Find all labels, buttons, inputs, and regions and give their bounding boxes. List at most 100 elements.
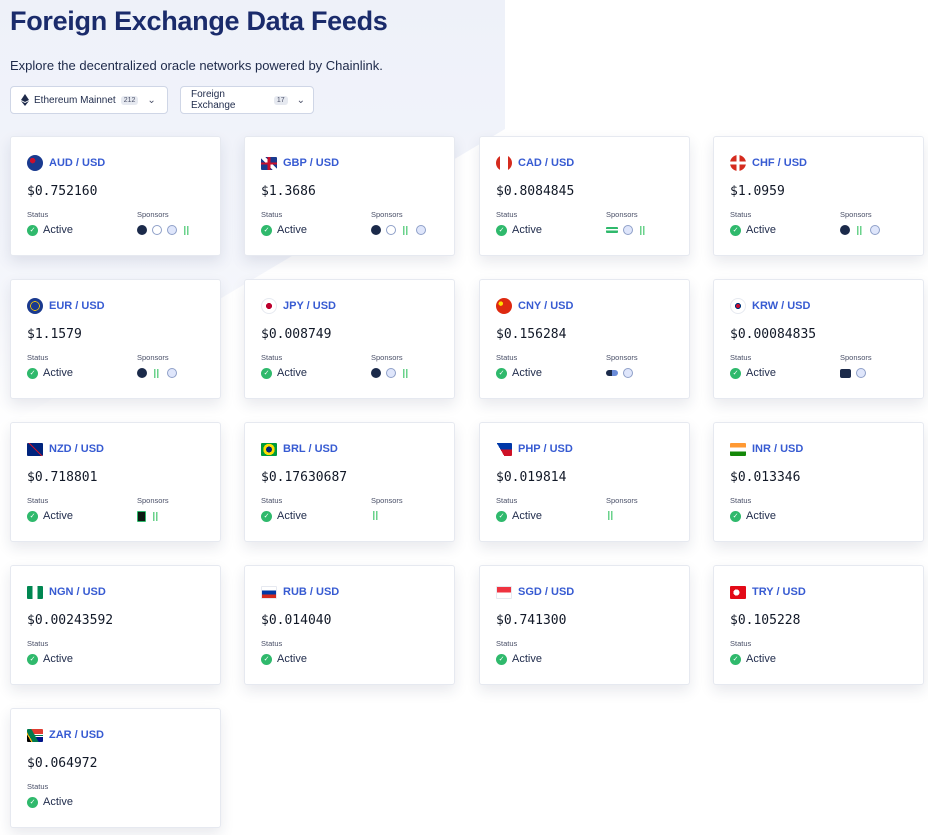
page-subtitle: Explore the decentralized oracle network… (10, 58, 383, 73)
sponsors-label: Sponsors (606, 210, 638, 219)
feed-card[interactable]: BRL / USD $0.17630687 Status ✓ Active Sp… (244, 422, 455, 542)
pair-link[interactable]: NGN / USD (27, 584, 106, 600)
feed-card[interactable]: GBP / USD $1.3686 Status ✓ Active Sponso… (244, 136, 455, 256)
sponsor-node-icon[interactable] (371, 368, 381, 378)
pair-label: KRW / USD (752, 300, 811, 312)
network-filter-dropdown[interactable]: Ethereum Mainnet 212 ⌄ (10, 86, 168, 114)
pair-link[interactable]: NZD / USD (27, 441, 104, 457)
sponsor-ring-icon[interactable] (386, 225, 396, 235)
feed-card[interactable]: EUR / USD $1.1579 Status ✓ Active Sponso… (10, 279, 221, 399)
feed-card[interactable]: KRW / USD $0.00084835 Status ✓ Active Sp… (713, 279, 924, 399)
status-indicator: ✓ Active (730, 224, 776, 236)
sponsors-label: Sponsors (371, 353, 403, 362)
feed-card[interactable]: NZD / USD $0.718801 Status ✓ Active Spon… (10, 422, 221, 542)
sponsor-chainlink-icon[interactable] (623, 368, 633, 378)
pair-link[interactable]: EUR / USD (27, 298, 105, 314)
sponsor-node-icon[interactable] (840, 225, 850, 235)
sponsor-signal-icon[interactable] (151, 512, 161, 521)
sponsor-node-icon[interactable] (137, 368, 147, 378)
sponsor-book-icon[interactable] (840, 368, 851, 378)
pair-link[interactable]: JPY / USD (261, 298, 336, 314)
philippines-flag-icon (496, 442, 512, 456)
pair-link[interactable]: ZAR / USD (27, 727, 104, 743)
pair-label: PHP / USD (518, 443, 573, 455)
feed-card[interactable]: INR / USD $0.013346 Status ✓ Active (713, 422, 924, 542)
sponsor-signal-icon[interactable] (606, 511, 616, 520)
feed-card[interactable]: CAD / USD $0.8084845 Status ✓ Active Spo… (479, 136, 690, 256)
check-circle-icon: ✓ (27, 367, 38, 379)
sponsor-square-icon[interactable] (137, 511, 146, 522)
status-text: Active (746, 653, 776, 665)
status-indicator: ✓ Active (496, 224, 542, 236)
feed-card[interactable]: CNY / USD $0.156284 Status ✓ Active Spon… (479, 279, 690, 399)
pair-label: CNY / USD (518, 300, 574, 312)
feed-card[interactable]: CHF / USD $1.0959 Status ✓ Active Sponso… (713, 136, 924, 256)
pair-link[interactable]: CAD / USD (496, 155, 574, 171)
sponsors-list (840, 368, 866, 378)
switzerland-flag-icon (730, 155, 746, 171)
price-value: $0.718801 (27, 470, 98, 485)
sponsor-chainlink-icon[interactable] (416, 225, 426, 235)
sponsors-label: Sponsors (137, 353, 169, 362)
sponsor-chainlink-icon[interactable] (870, 225, 880, 235)
feed-card[interactable]: TRY / USD $0.105228 Status ✓ Active (713, 565, 924, 685)
status-text: Active (277, 653, 307, 665)
feed-card[interactable]: AUD / USD $0.752160 Status ✓ Active Spon… (10, 136, 221, 256)
pair-link[interactable]: SGD / USD (496, 584, 574, 600)
category-filter-dropdown[interactable]: Foreign Exchange 17 ⌄ (180, 86, 314, 114)
status-text: Active (512, 653, 542, 665)
pair-label: GBP / USD (283, 157, 340, 169)
sponsor-chainlink-icon[interactable] (386, 368, 396, 378)
feed-card[interactable]: RUB / USD $0.014040 Status ✓ Active (244, 565, 455, 685)
sponsor-signal-icon[interactable] (638, 225, 648, 235)
sponsor-signal-icon[interactable] (855, 225, 865, 235)
check-circle-icon: ✓ (730, 653, 741, 665)
sponsor-node-icon[interactable] (371, 225, 381, 235)
sponsor-pill-icon[interactable] (606, 370, 618, 376)
sponsor-node-icon[interactable] (137, 225, 147, 235)
sponsors-label: Sponsors (371, 496, 403, 505)
status-text: Active (43, 224, 73, 236)
check-circle-icon: ✓ (261, 510, 272, 522)
singapore-flag-icon (496, 585, 512, 599)
pair-label: NGN / USD (49, 586, 106, 598)
check-circle-icon: ✓ (27, 796, 38, 808)
status-label: Status (27, 210, 49, 219)
status-text: Active (512, 367, 542, 379)
feed-card[interactable]: PHP / USD $0.019814 Status ✓ Active Spon… (479, 422, 690, 542)
sponsors-label: Sponsors (606, 496, 638, 505)
price-value: $0.105228 (730, 613, 801, 628)
pair-link[interactable]: RUB / USD (261, 584, 339, 600)
price-value: $0.014040 (261, 613, 332, 628)
sponsors-label: Sponsors (137, 496, 169, 505)
feed-card[interactable]: ZAR / USD $0.064972 Status ✓ Active (10, 708, 221, 828)
sponsor-chainlink-icon[interactable] (167, 368, 177, 378)
sponsor-ring-icon[interactable] (152, 225, 162, 235)
sponsor-chainlink-icon[interactable] (167, 225, 177, 235)
feed-card[interactable]: NGN / USD $0.00243592 Status ✓ Active (10, 565, 221, 685)
sponsor-signal-icon[interactable] (371, 511, 381, 520)
sponsor-signal-icon[interactable] (182, 225, 192, 235)
status-label: Status (730, 353, 752, 362)
pair-link[interactable]: CNY / USD (496, 298, 573, 314)
pair-link[interactable]: TRY / USD (730, 584, 806, 600)
pair-link[interactable]: GBP / USD (261, 155, 339, 171)
sponsor-signal-icon[interactable] (152, 368, 162, 378)
pair-link[interactable]: AUD / USD (27, 155, 105, 171)
sponsor-signal-icon[interactable] (401, 368, 411, 378)
sponsor-signal-icon[interactable] (401, 225, 411, 235)
feed-card[interactable]: JPY / USD $0.008749 Status ✓ Active Spon… (244, 279, 455, 399)
status-label: Status (496, 639, 518, 648)
status-text: Active (43, 653, 73, 665)
pair-link[interactable]: CHF / USD (730, 155, 807, 171)
feed-card[interactable]: SGD / USD $0.741300 Status ✓ Active (479, 565, 690, 685)
price-value: $0.00084835 (730, 327, 817, 342)
pair-link[interactable]: KRW / USD (730, 298, 810, 314)
price-value: $0.013346 (730, 470, 801, 485)
sponsor-chainlink-icon[interactable] (856, 368, 866, 378)
pair-link[interactable]: PHP / USD (496, 441, 573, 457)
pair-link[interactable]: INR / USD (730, 441, 803, 457)
pair-link[interactable]: BRL / USD (261, 441, 338, 457)
sponsor-chainlink-icon[interactable] (623, 225, 633, 235)
sponsor-stripe-icon[interactable] (606, 227, 618, 233)
